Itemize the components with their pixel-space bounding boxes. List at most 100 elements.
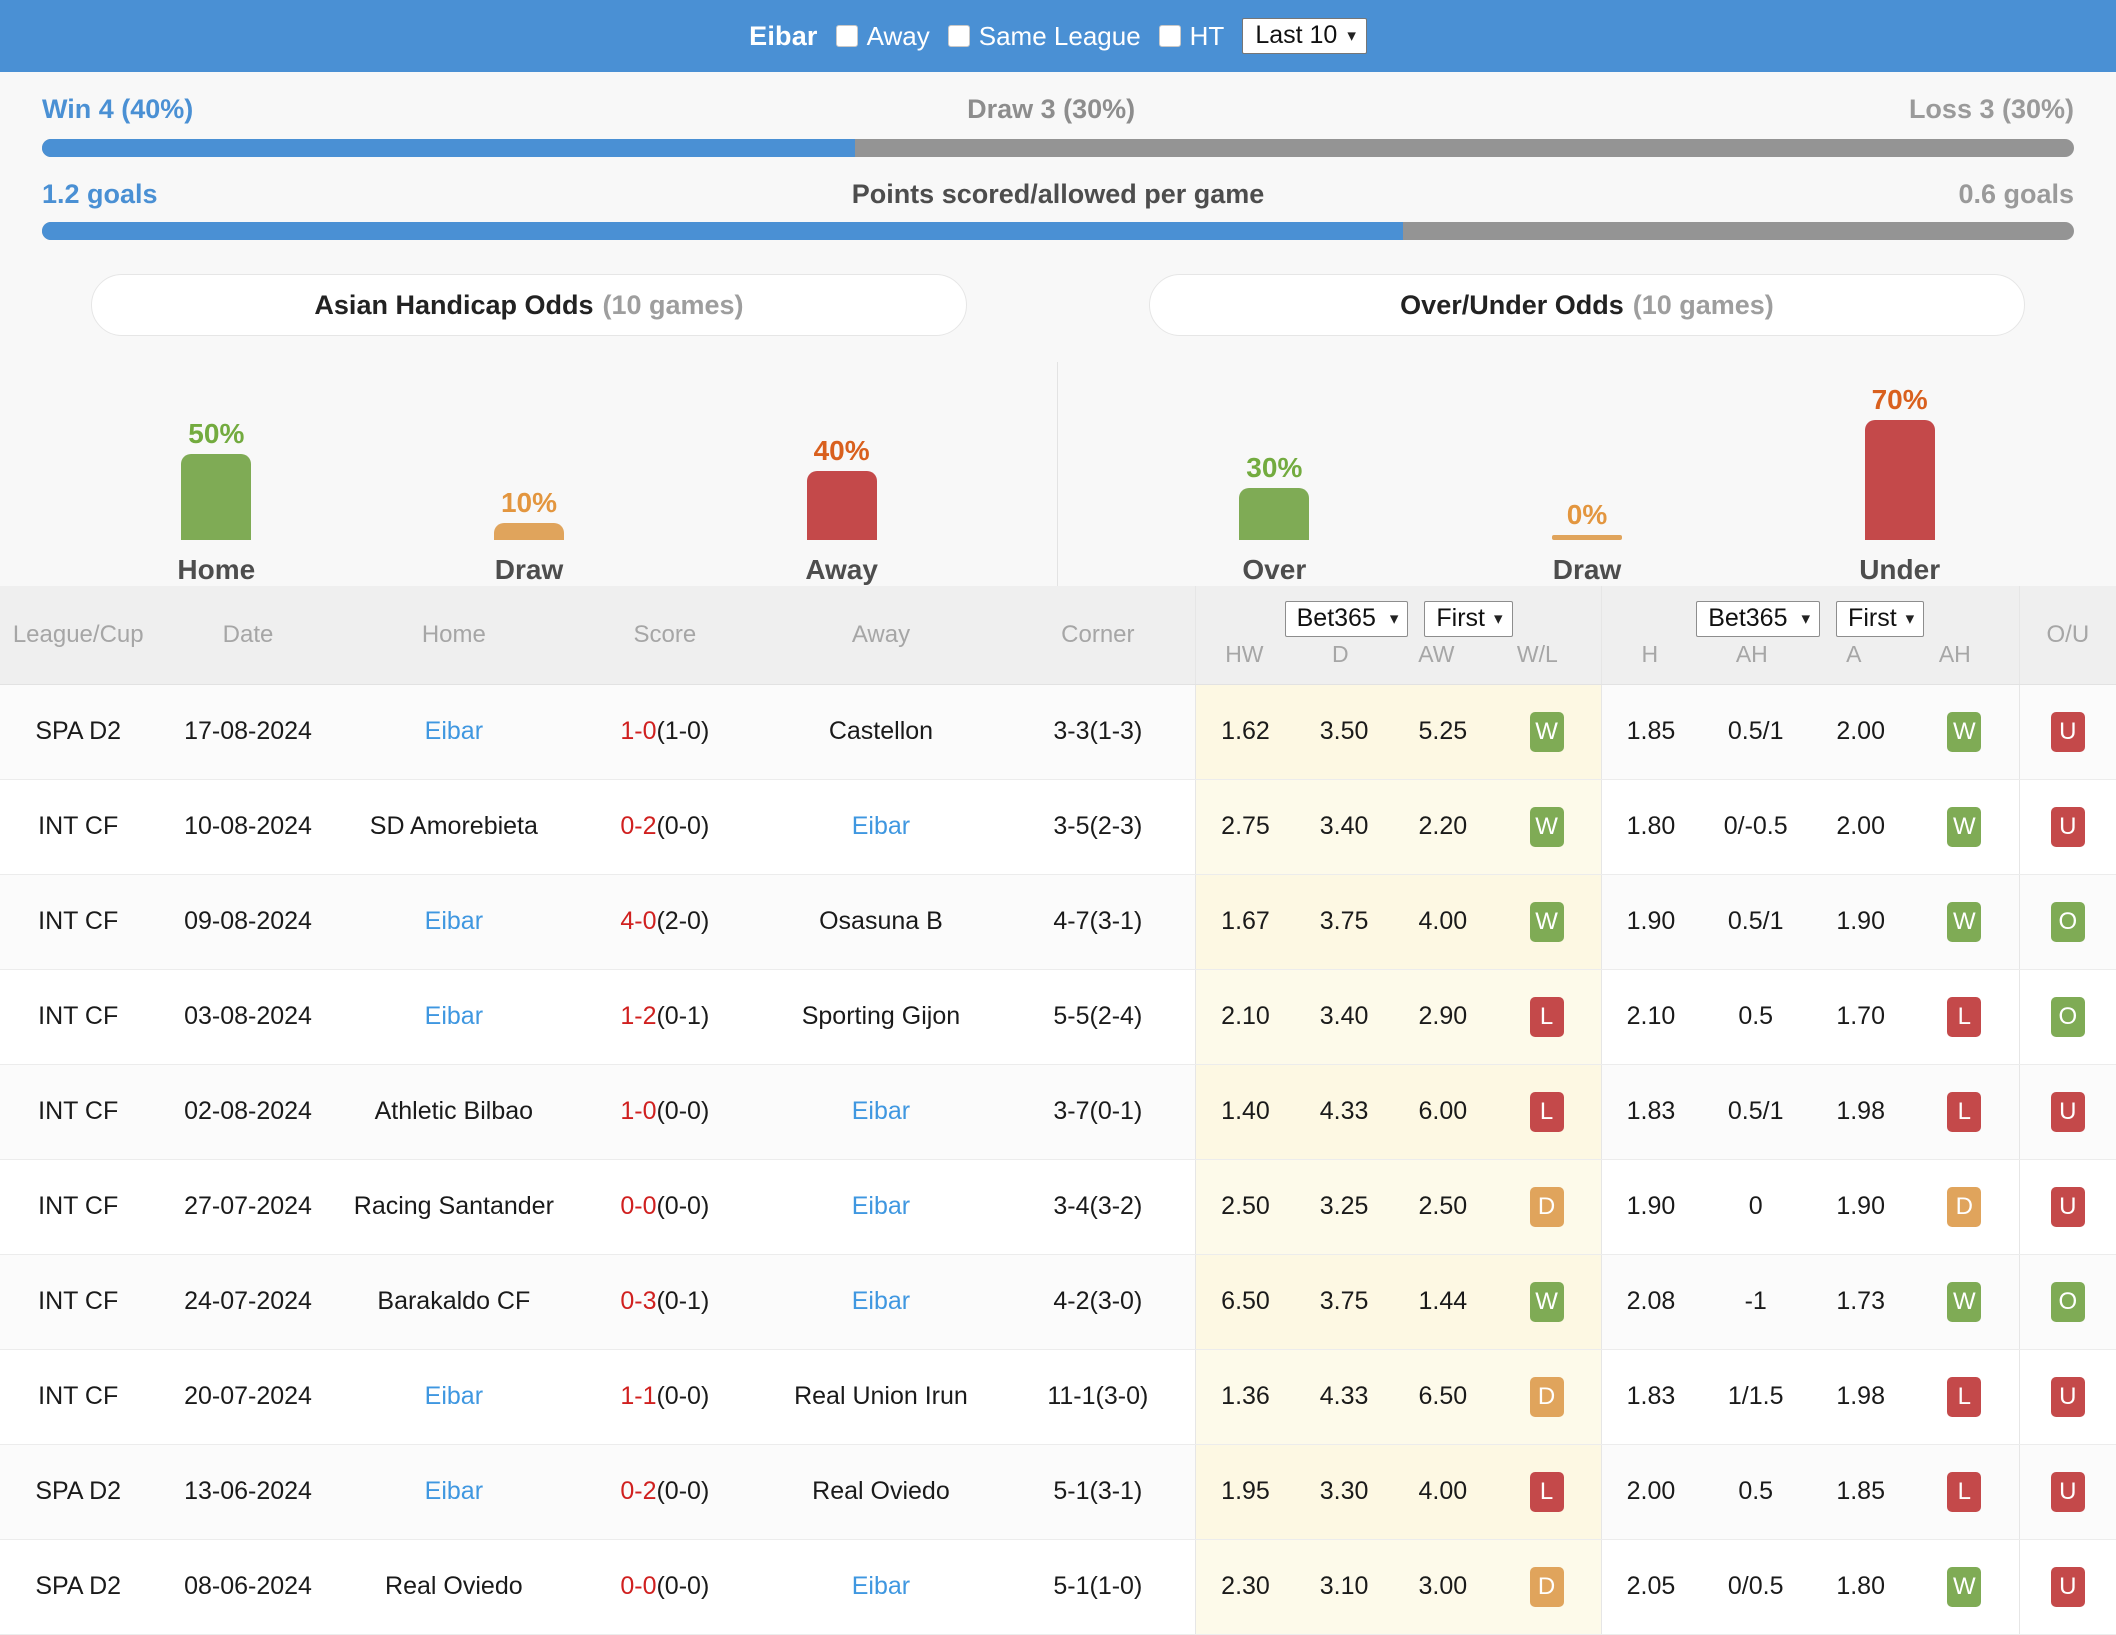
- win-label: Win 4 (40%): [42, 94, 194, 124]
- score-fulltime: 1-0: [620, 1097, 657, 1125]
- away-team-name: Castellon: [828, 717, 934, 745]
- checkbox-same-league-box[interactable]: [947, 25, 970, 47]
- cell-corner: 3-3(1-3): [1000, 684, 1196, 780]
- cell-ah-line: 0: [1700, 1159, 1812, 1255]
- bar-rect-over: [1239, 488, 1310, 540]
- ou-result-badge: U: [2050, 1376, 2085, 1417]
- cell-ah-result: L: [1910, 1064, 2020, 1160]
- table-row[interactable]: INT CF 03-08-2024 Eibar 1-2(0-1) Sporting Gi…: [0, 969, 2116, 1065]
- cell-corner: 5-1(3-1): [1000, 1444, 1196, 1540]
- bar-label-under: Under: [1859, 554, 1941, 585]
- cell-date: 09-08-2024: [156, 874, 340, 970]
- goals-summary: 1.2 goals Points scored/allowed per game…: [42, 157, 2074, 240]
- cell-ah-result: W: [1910, 779, 2020, 875]
- home-team-name[interactable]: Eibar: [425, 1002, 483, 1030]
- cell-aw: 2.90: [1393, 969, 1493, 1065]
- checkbox-away[interactable]: Away: [835, 21, 930, 52]
- cell-away: Castellon: [761, 684, 1001, 780]
- home-team-name: Real Oviedo: [385, 1572, 523, 1600]
- ou-result-badge: U: [2050, 1566, 2085, 1607]
- result-badge: W: [1529, 711, 1564, 752]
- cell-league: INT CF: [0, 1064, 157, 1160]
- cell-away: Real Oviedo: [761, 1444, 1001, 1540]
- bar-pct-over: 30%: [1246, 452, 1303, 483]
- bar-label-draw-ah: Draw: [494, 554, 564, 585]
- cell-d: 3.25: [1294, 1159, 1394, 1255]
- ah-result-badge: L: [1947, 1376, 1982, 1417]
- cell-wl: W: [1492, 874, 1602, 970]
- ou-period-select[interactable]: First ▾: [1836, 601, 1925, 638]
- cell-d: 3.75: [1294, 1254, 1394, 1350]
- home-team-name[interactable]: Eibar: [425, 1477, 483, 1505]
- ah-result-badge: D: [1947, 1186, 1982, 1227]
- cell-hw: 6.50: [1195, 1254, 1295, 1350]
- home-team-name: Barakaldo CF: [377, 1287, 531, 1315]
- ah-bookmaker-select[interactable]: Bet365 ▾: [1284, 601, 1409, 638]
- table-row[interactable]: INT CF 09-08-2024 Eibar 4-0(2-0) Osasuna B 4-…: [0, 874, 2116, 970]
- home-team-name[interactable]: Eibar: [425, 1382, 483, 1410]
- cell-ah-result: D: [1910, 1159, 2020, 1255]
- away-team-name[interactable]: Eibar: [852, 1097, 910, 1125]
- away-team-name[interactable]: Eibar: [852, 1572, 910, 1600]
- ou-result-badge: U: [2050, 1091, 2085, 1132]
- cell-date: 08-06-2024: [156, 1539, 340, 1635]
- ah-result-badge: L: [1947, 996, 1982, 1037]
- table-row[interactable]: INT CF 02-08-2024 Athletic Bilbao 1-0(0-0) E…: [0, 1064, 2116, 1160]
- cell-date: 10-08-2024: [156, 779, 340, 875]
- cell-wl: D: [1492, 1159, 1602, 1255]
- ah-result-badge: W: [1947, 711, 1982, 752]
- cell-score: 0-0(0-0): [568, 1159, 762, 1255]
- cell-d: 3.10: [1294, 1539, 1394, 1635]
- ah-period-select[interactable]: First ▾: [1424, 601, 1513, 638]
- cell-home: SD Amorebieta: [339, 779, 569, 875]
- asian-handicap-title-button[interactable]: Asian Handicap Odds (10 games): [91, 274, 967, 336]
- score-fulltime: 1-1: [620, 1382, 657, 1410]
- cell-league: SPA D2: [0, 684, 157, 780]
- bar-label-home: Home: [177, 554, 256, 585]
- score-fulltime: 0-2: [620, 1477, 657, 1505]
- cell-a: 1.85: [1811, 1444, 1911, 1540]
- table-row[interactable]: SPA D2 17-08-2024 Eibar 1-0(1-0) Castellon 3-…: [0, 684, 2116, 780]
- table-row[interactable]: SPA D2 13-06-2024 Eibar 0-2(0-0) Real Oviedo…: [0, 1444, 2116, 1540]
- cell-hw: 1.40: [1195, 1064, 1295, 1160]
- table-row[interactable]: INT CF 10-08-2024 SD Amorebieta 0-2(0-0) Eib…: [0, 779, 2116, 875]
- cell-away: Eibar: [761, 1064, 1001, 1160]
- cell-away: Sporting Gijon: [761, 969, 1001, 1065]
- goals-scored-label: 1.2 goals: [42, 179, 158, 209]
- cell-ou: U: [2018, 684, 2116, 780]
- bar-rect-draw-ou: [1551, 535, 1622, 540]
- away-team-name[interactable]: Eibar: [852, 812, 910, 840]
- over-under-title-button[interactable]: Over/Under Odds (10 games): [1149, 274, 2025, 336]
- cell-corner: 11-1(3-0): [1000, 1349, 1196, 1445]
- table-row[interactable]: INT CF 27-07-2024 Racing Santander 0-0(0-0)…: [0, 1159, 2116, 1255]
- cell-hw: 1.67: [1195, 874, 1295, 970]
- cell-league: INT CF: [0, 1349, 157, 1445]
- ou-result-badge: O: [2050, 1281, 2085, 1322]
- ah-result-badge: W: [1947, 1566, 1982, 1607]
- away-team-name[interactable]: Eibar: [852, 1192, 910, 1220]
- checkbox-same-league[interactable]: Same League: [947, 21, 1141, 52]
- table-row[interactable]: SPA D2 08-06-2024 Real Oviedo 0-0(0-0) Eibar…: [0, 1539, 2116, 1635]
- bar-label-away: Away: [805, 554, 878, 585]
- checkbox-ht-box[interactable]: [1158, 25, 1181, 47]
- cell-corner: 5-5(2-4): [1000, 969, 1196, 1065]
- table-row[interactable]: INT CF 24-07-2024 Barakaldo CF 0-3(0-1) Eiba…: [0, 1254, 2116, 1350]
- home-team-name[interactable]: Eibar: [425, 717, 483, 745]
- home-team-name[interactable]: Eibar: [425, 907, 483, 935]
- subcol-aw: AW: [1418, 641, 1455, 668]
- ou-bookmaker-select[interactable]: Bet365 ▾: [1696, 601, 1821, 638]
- away-team-name[interactable]: Eibar: [852, 1287, 910, 1315]
- cell-ah-line: 0/-0.5: [1700, 779, 1812, 875]
- matches-table-body: SPA D2 17-08-2024 Eibar 1-0(1-0) Castellon 3-…: [0, 684, 2116, 1635]
- checkbox-ht[interactable]: HT: [1158, 21, 1224, 52]
- checkbox-away-box[interactable]: [835, 25, 858, 47]
- bar-group-draw-ou: 0% Draw: [1467, 380, 1707, 586]
- subcol-wl: W/L: [1516, 641, 1558, 668]
- col-score: Score: [568, 586, 762, 685]
- col-asian-handicap-group: Bet365 ▾ First ▾ HW D AW W/L: [1195, 586, 1602, 685]
- table-row[interactable]: INT CF 20-07-2024 Eibar 1-1(0-0) Real Union …: [0, 1349, 2116, 1445]
- ou-result-badge: U: [2050, 806, 2085, 847]
- score-halftime: (0-0): [656, 812, 710, 840]
- range-select[interactable]: Last 10 ▾: [1242, 18, 1367, 54]
- cell-away: Eibar: [761, 1539, 1001, 1635]
